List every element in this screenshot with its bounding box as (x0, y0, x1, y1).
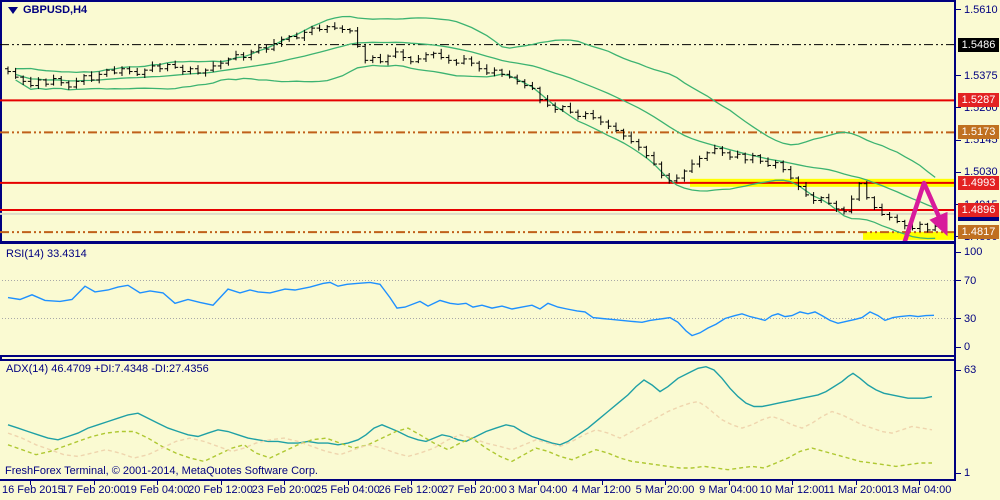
price-tick-mark (956, 139, 961, 141)
trading-terminal-window: GBPUSD,H4 RSI(14) 33.4314 ADX(14) 46.470… (0, 0, 1000, 500)
plus-di-line (7, 427, 932, 471)
adx-canvas[interactable] (0, 0, 954, 500)
adx-scale-tick (956, 472, 961, 474)
rsi-scale-label: 30 (964, 312, 977, 325)
rsi-scale-tick (956, 318, 961, 319)
rsi-scale-label: 70 (964, 274, 977, 287)
price-tick-label: 1.5375 (964, 69, 998, 82)
price-level-badge: 1.4993 (958, 175, 999, 190)
price-tick-mark (956, 107, 961, 109)
price-tick-mark (956, 171, 961, 173)
symbol-selector[interactable]: GBPUSD,H4 (8, 4, 87, 16)
rsi-indicator-label: RSI(14) 33.4314 (6, 248, 87, 260)
price-level-badge: 1.5173 (958, 125, 999, 140)
rsi-scale-tick (956, 346, 961, 348)
rsi-scale-tick (956, 251, 961, 253)
rsi-scale-label: 0 (964, 341, 971, 353)
symbol-timeframe-label: GBPUSD,H4 (23, 4, 88, 16)
price-tick-mark (956, 75, 961, 77)
price-scale[interactable]: 1.56101.53751.52601.51451.50301.49151.48… (956, 0, 1000, 479)
adx-scale-label: 1 (964, 467, 971, 479)
rsi-scale-label: 100 (964, 246, 983, 258)
adx-line (7, 365, 933, 446)
adx-scale-tick (956, 369, 961, 371)
price-tick-mark (956, 9, 961, 11)
price-tick-label: 1.5610 (964, 3, 998, 16)
price-level-badge: 1.5287 (958, 93, 999, 108)
adx-scale-label: 63 (964, 364, 977, 376)
minus-di-line (7, 400, 933, 459)
adx-indicator-label: ADX(14) 46.4709 +DI:7.4348 -DI:27.4356 (6, 363, 209, 375)
price-level-badge: 1.5486 (958, 37, 999, 52)
price-level-badge: 1.4896 (958, 203, 999, 217)
terminal-copyright: FreshForex Terminal, © 2001-2014, MetaQu… (5, 465, 318, 477)
rsi-scale-tick (956, 280, 961, 281)
chevron-down-icon (8, 6, 18, 14)
price-level-badge: 1.4817 (958, 225, 999, 240)
